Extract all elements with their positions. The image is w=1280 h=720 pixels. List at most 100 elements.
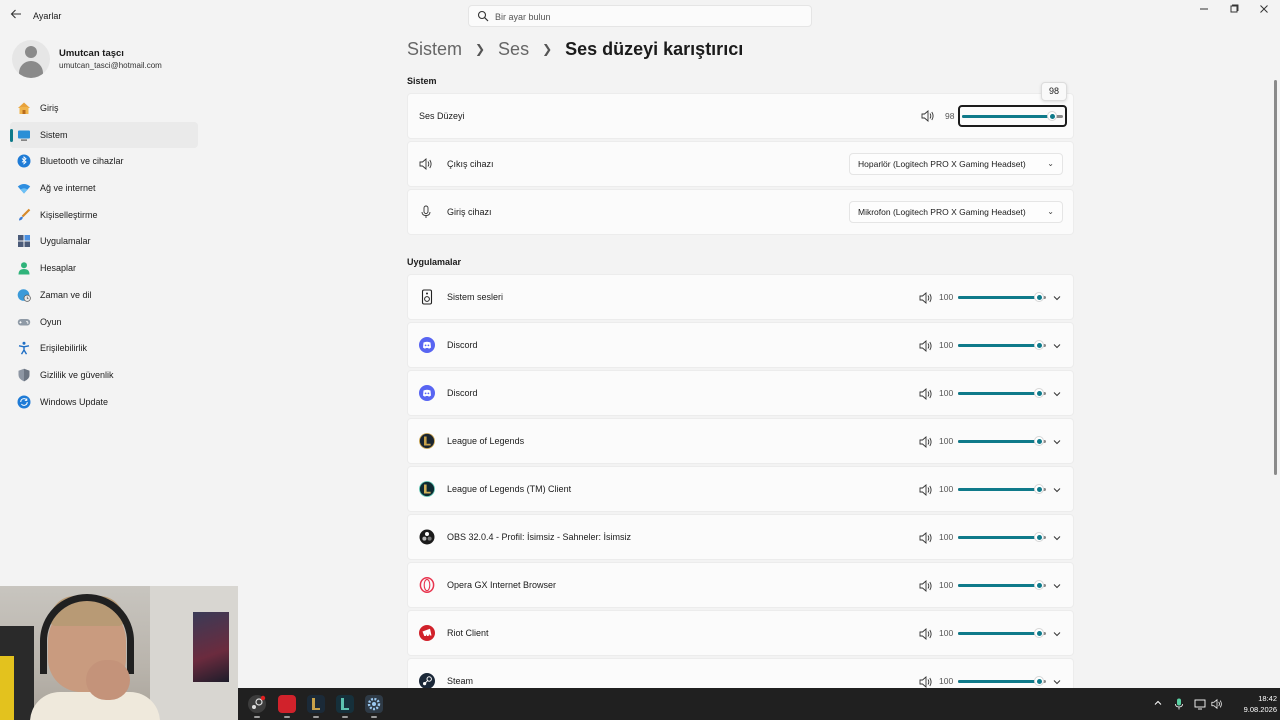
slider-fill xyxy=(958,632,1039,635)
sidebar-item-home[interactable]: Giriş xyxy=(10,95,198,122)
steam-icon xyxy=(419,673,435,689)
app-volume-slider[interactable] xyxy=(958,435,1046,447)
chevron-down-icon[interactable] xyxy=(1051,387,1063,399)
settings-taskbar-icon[interactable] xyxy=(365,695,383,713)
sidebar-item-bluetooth[interactable]: Bluetooth ve cihazlar xyxy=(10,148,198,175)
app-volume-row[interactable]: Discord 100 xyxy=(407,322,1074,368)
app-volume-row[interactable]: OBS 32.0.4 - Profil: İsimsiz - Sahneler:… xyxy=(407,514,1074,560)
master-volume-value: 98 xyxy=(945,111,955,121)
riot-taskbar-icon[interactable] xyxy=(278,695,296,713)
input-device-dropdown[interactable]: Mikrofon (Logitech PRO X Gaming Headset)… xyxy=(849,201,1063,223)
sidebar-item-label: Bluetooth ve cihazlar xyxy=(40,156,124,167)
search-box[interactable] xyxy=(468,5,812,27)
back-button[interactable] xyxy=(8,8,24,24)
riot-icon xyxy=(419,625,435,641)
sidebar-item-gaming[interactable]: Oyun xyxy=(10,309,198,336)
opera-gx-icon xyxy=(419,577,435,593)
app-volume-slider[interactable] xyxy=(958,627,1046,639)
volume-icon[interactable] xyxy=(919,435,933,448)
taskbar-running-indicator xyxy=(342,716,348,718)
slider-thumb[interactable] xyxy=(1034,388,1044,398)
sidebar-item-time-language[interactable]: Zaman ve dil xyxy=(10,282,198,309)
app-volume-row[interactable]: Riot Client 100 xyxy=(407,610,1074,656)
slider-fill xyxy=(958,296,1039,299)
chevron-down-icon[interactable] xyxy=(1051,675,1063,687)
slider-thumb[interactable] xyxy=(1034,628,1044,638)
volume-icon[interactable] xyxy=(919,531,933,544)
maximize-button[interactable] xyxy=(1222,4,1246,18)
sidebar-item-personalization[interactable]: Kişiselleştirme xyxy=(10,202,198,229)
app-volume-value: 100 xyxy=(939,580,954,590)
app-volume-row[interactable]: Opera GX Internet Browser 100 xyxy=(407,562,1074,608)
app-volume-slider[interactable] xyxy=(958,531,1046,543)
volume-icon[interactable] xyxy=(919,627,933,640)
search-input[interactable] xyxy=(495,9,795,24)
app-volume-value: 100 xyxy=(939,292,954,302)
volume-icon[interactable] xyxy=(919,483,933,496)
microphone-tray-icon[interactable] xyxy=(1173,698,1185,710)
slider-thumb[interactable] xyxy=(1034,436,1044,446)
sidebar-item-windows-update[interactable]: Windows Update xyxy=(10,389,198,416)
sidebar-item-accessibility[interactable]: Erişilebilirlik xyxy=(10,335,198,362)
gear-icon xyxy=(367,697,381,711)
breadcrumb-sound-link[interactable]: Ses xyxy=(498,39,529,60)
volume-icon[interactable] xyxy=(921,110,935,122)
sidebar-item-privacy[interactable]: Gizlilik ve güvenlik xyxy=(10,362,198,389)
league-taskbar-icon[interactable] xyxy=(307,695,325,713)
sidebar-item-accounts[interactable]: Hesaplar xyxy=(10,255,198,282)
league-icon xyxy=(419,433,435,449)
clock-time: 18:42 xyxy=(1258,694,1277,703)
steam-taskbar-icon[interactable] xyxy=(248,695,266,713)
display-icon[interactable] xyxy=(1194,698,1206,710)
profile-email: umutcan_tasci@hotmail.com xyxy=(59,61,162,70)
chevron-down-icon[interactable] xyxy=(1051,579,1063,591)
slider-thumb[interactable] xyxy=(1034,676,1044,686)
app-volume-row[interactable]: Discord 100 xyxy=(407,370,1074,416)
app-volume-row[interactable]: Sistem sesleri 100 xyxy=(407,274,1074,320)
app-volume-slider[interactable] xyxy=(958,291,1046,303)
volume-icon[interactable] xyxy=(919,675,933,688)
sidebar-item-network[interactable]: Ağ ve internet xyxy=(10,175,198,202)
slider-thumb[interactable] xyxy=(1034,532,1044,542)
slider-thumb[interactable] xyxy=(1047,111,1057,121)
discord-icon xyxy=(419,385,435,401)
breadcrumb-system-link[interactable]: Sistem xyxy=(407,39,462,60)
slider-thumb[interactable] xyxy=(1034,340,1044,350)
sidebar-item-label: Windows Update xyxy=(40,396,109,407)
league-client-taskbar-icon[interactable] xyxy=(336,695,354,713)
app-volume-row[interactable]: League of Legends (TM) Client 100 xyxy=(407,466,1074,512)
search-icon xyxy=(477,10,489,22)
chevron-up-icon[interactable] xyxy=(1152,698,1164,710)
volume-icon[interactable] xyxy=(919,579,933,592)
user-profile[interactable]: Umutcan taşcı umutcan_tasci@hotmail.com xyxy=(12,40,202,80)
volume-tray-icon[interactable] xyxy=(1211,698,1223,710)
volume-icon[interactable] xyxy=(919,387,933,400)
app-volume-slider[interactable] xyxy=(958,339,1046,351)
chevron-down-icon[interactable] xyxy=(1051,627,1063,639)
sidebar-item-system[interactable]: Sistem xyxy=(10,121,198,149)
volume-icon[interactable] xyxy=(919,291,933,304)
master-volume-slider[interactable] xyxy=(962,110,1063,122)
slider-thumb[interactable] xyxy=(1034,580,1044,590)
chevron-down-icon[interactable] xyxy=(1051,531,1063,543)
scrollbar[interactable] xyxy=(1274,80,1277,475)
slider-thumb[interactable] xyxy=(1034,292,1044,302)
chevron-down-icon[interactable] xyxy=(1051,339,1063,351)
volume-icon[interactable] xyxy=(919,339,933,352)
app-volume-slider[interactable] xyxy=(958,675,1046,687)
chevron-down-icon[interactable] xyxy=(1051,291,1063,303)
chevron-down-icon[interactable] xyxy=(1051,435,1063,447)
app-volume-slider[interactable] xyxy=(958,483,1046,495)
sidebar-item-apps[interactable]: Uygulamalar xyxy=(10,228,198,255)
volume-tooltip: 98 xyxy=(1041,82,1067,101)
app-volume-slider[interactable] xyxy=(958,387,1046,399)
chevron-down-icon[interactable] xyxy=(1051,483,1063,495)
output-device-dropdown[interactable]: Hoparlör (Logitech PRO X Gaming Headset)… xyxy=(849,153,1063,175)
chevron-down-icon: ⌄ xyxy=(1047,207,1054,216)
close-button[interactable] xyxy=(1252,4,1276,18)
minimize-button[interactable] xyxy=(1192,4,1216,18)
app-volume-row[interactable]: League of Legends 100 xyxy=(407,418,1074,464)
app-volume-slider[interactable] xyxy=(958,579,1046,591)
clock[interactable]: 18:42 9.08.2026 xyxy=(1231,693,1277,715)
slider-thumb[interactable] xyxy=(1034,484,1044,494)
